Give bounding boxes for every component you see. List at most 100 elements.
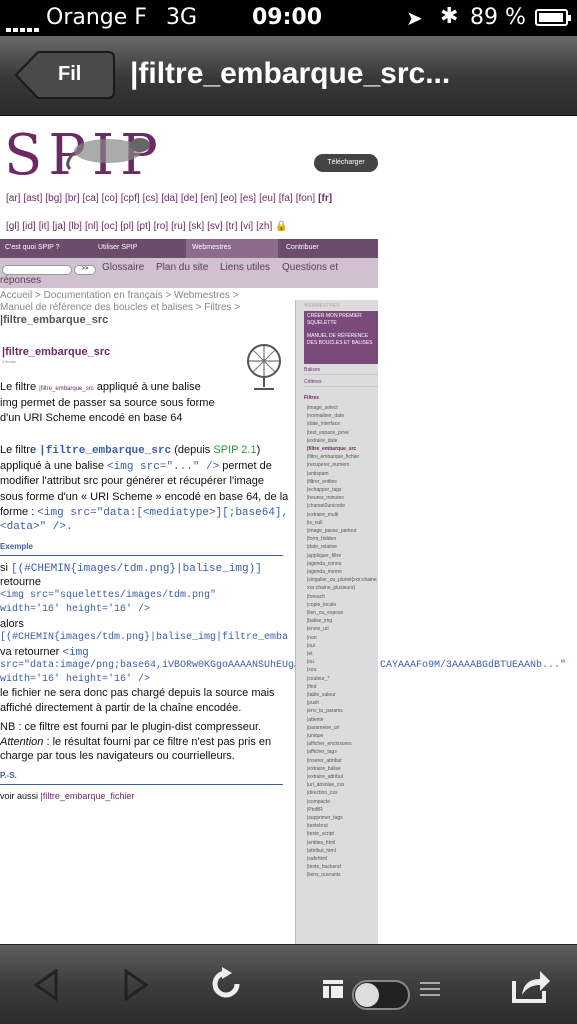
- sidebar-filter-item[interactable]: |afficher_tags: [307, 748, 377, 756]
- filter-link[interactable]: |filtre_embarque_src: [39, 386, 94, 392]
- sidebar-filter-item[interactable]: |non: [307, 634, 377, 642]
- lang-link[interactable]: [fon]: [296, 193, 315, 204]
- lang-link[interactable]: [sv]: [207, 221, 223, 232]
- sidebar-filter-item[interactable]: |filtre_embarque_src: [307, 445, 377, 453]
- forward-arrow-icon[interactable]: [122, 969, 150, 1001]
- link-liens-utiles[interactable]: Liens utiles: [220, 262, 270, 273]
- lang-link[interactable]: [sk]: [189, 221, 205, 232]
- sidebar-filter-item[interactable]: |xou: [307, 666, 377, 674]
- sidebar-filter-item[interactable]: |heures_minutes: [307, 494, 377, 502]
- sidebar-filter-item[interactable]: |date_relative: [307, 543, 377, 551]
- lang-link[interactable]: [cs]: [143, 193, 159, 204]
- sidebar-filter-item[interactable]: |parametre_url: [307, 724, 377, 732]
- sidebar-filter-item[interactable]: |texte_backend: [307, 863, 377, 871]
- sidebar-filter-item[interactable]: |singulier_ou_pluriel{xxx:chaine_un,: [307, 576, 377, 584]
- sidebar-filter-item[interactable]: |antispam: [307, 470, 377, 478]
- sidebar-filter-item[interactable]: |attribut_html: [307, 847, 377, 855]
- link-questions[interactable]: Questions et: [282, 262, 338, 273]
- sidebar-filter-item[interactable]: |echapper_tags: [307, 486, 377, 494]
- lang-link[interactable]: [oc]: [101, 221, 117, 232]
- sidebar-filter-item[interactable]: |image_passe_partout: [307, 527, 377, 535]
- lang-link[interactable]: [eu]: [259, 193, 276, 204]
- sidebar-filter-item[interactable]: |filtrer_entites: [307, 478, 377, 486]
- lang-link[interactable]: [ast]: [23, 193, 42, 204]
- sidebar-filter-item[interactable]: |normaliser_date: [307, 412, 377, 420]
- sidebar-filter-item[interactable]: |textebrut: [307, 822, 377, 830]
- sidebar-item-filtres[interactable]: Filtres: [304, 394, 378, 402]
- sidebar-filter-item[interactable]: |texte_script: [307, 830, 377, 838]
- sidebar-item-balises[interactable]: Balises: [304, 366, 378, 375]
- sidebar-filter-item[interactable]: |liens_ouvrants: [307, 871, 377, 879]
- sidebar-filter-item[interactable]: |is_null: [307, 519, 377, 527]
- lang-link[interactable]: [en]: [201, 193, 218, 204]
- sidebar-filter-item[interactable]: |env_to_params: [307, 707, 377, 715]
- search-button[interactable]: >>: [74, 265, 96, 275]
- web-content[interactable]: SPIP Télécharger [ar][ast][bg][br][ca][c…: [0, 117, 577, 944]
- link-reponses[interactable]: réponses: [0, 275, 41, 286]
- back-arrow-icon[interactable]: [32, 969, 60, 1001]
- sidebar-filter-item[interactable]: |agenda_memo: [307, 568, 377, 576]
- menu-item-utiliser-spip[interactable]: Utiliser SPIP: [98, 244, 137, 251]
- lang-link[interactable]: [it]: [39, 221, 50, 232]
- sidebar-filter-item[interactable]: |supprimer_tags: [307, 814, 377, 822]
- sidebar-filter-item[interactable]: |date_interface: [307, 420, 377, 428]
- search-input[interactable]: [2, 265, 72, 275]
- sidebar-filter-item[interactable]: |oui: [307, 642, 377, 650]
- sidebar-filter-item[interactable]: xxx:chaine_plusieurs}: [307, 584, 377, 592]
- sidebar-filter-item[interactable]: |safehtml: [307, 855, 377, 863]
- sidebar-filter-item[interactable]: |image_select: [307, 404, 377, 412]
- back-button[interactable]: Fil: [14, 50, 116, 100]
- sidebar-filter-item[interactable]: |recuperer_numero: [307, 461, 377, 469]
- lang-link[interactable]: [nl]: [85, 221, 98, 232]
- lang-link[interactable]: [ro]: [154, 221, 168, 232]
- lang-link[interactable]: [id]: [22, 221, 35, 232]
- lang-link[interactable]: [de]: [181, 193, 198, 204]
- lang-link[interactable]: [fa]: [279, 193, 293, 204]
- sidebar-filter-item[interactable]: |find: [307, 683, 377, 691]
- sidebar-filter-item[interactable]: |envie_url: [307, 625, 377, 633]
- menu-item-webmestres[interactable]: Webmestres: [186, 239, 278, 258]
- sidebar-filter-item[interactable]: |couleur_*: [307, 675, 377, 683]
- reload-icon[interactable]: [210, 967, 242, 1003]
- breadcrumb[interactable]: Accueil > Documentation en français > We…: [0, 290, 239, 301]
- sidebar-filter-item[interactable]: |lien_ou_expose: [307, 609, 377, 617]
- sidebar-item-criteres[interactable]: Critères: [304, 378, 378, 387]
- lang-link[interactable]: [ar]: [6, 193, 20, 204]
- download-button[interactable]: Télécharger: [314, 154, 378, 172]
- reader-toggle[interactable]: [352, 980, 410, 1010]
- sidebar-filter-item[interactable]: |ou: [307, 658, 377, 666]
- lang-link[interactable]: [lb]: [69, 221, 82, 232]
- sidebar-filter-item[interactable]: |filtre_embarque_fichier: [307, 453, 377, 461]
- sidebar-filter-item[interactable]: |foreach: [307, 593, 377, 601]
- sidebar-filter-item[interactable]: |extraire_attribut: [307, 773, 377, 781]
- sidebar-filter-item[interactable]: |url_absolue_css: [307, 781, 377, 789]
- sidebar-filter-item[interactable]: |direction_css: [307, 789, 377, 797]
- sidebar-filter-item[interactable]: |inserer_attribut: [307, 757, 377, 765]
- lang-link[interactable]: [br]: [65, 193, 79, 204]
- lang-link[interactable]: [gl]: [6, 221, 19, 232]
- lang-link[interactable]: [ca]: [83, 193, 99, 204]
- lang-link[interactable]: [zh]: [256, 221, 272, 232]
- reader-icon[interactable]: [322, 979, 344, 999]
- sidebar-filter-item[interactable]: |extraire_balise: [307, 765, 377, 773]
- sidebar-filter-item[interactable]: |charset2unicode: [307, 502, 377, 510]
- lang-link[interactable]: [tr]: [226, 221, 238, 232]
- lang-link[interactable]: [ru]: [171, 221, 185, 232]
- breadcrumb[interactable]: Manuel de référence des boucles et balis…: [0, 302, 240, 313]
- lang-link[interactable]: [es]: [240, 193, 256, 204]
- lang-link[interactable]: [pl]: [120, 221, 133, 232]
- link-glossaire[interactable]: Glossaire: [102, 262, 144, 273]
- sidebar-filter-item[interactable]: |unique: [307, 732, 377, 740]
- lang-link-current[interactable]: [fr]: [318, 193, 332, 204]
- sidebar-filter-item[interactable]: |balise_img: [307, 617, 377, 625]
- lang-link[interactable]: [cpf]: [121, 193, 140, 204]
- sidebar-filter-item[interactable]: |appliquer_filtre: [307, 552, 377, 560]
- sidebar-filter-item[interactable]: |afficher_enclosures: [307, 740, 377, 748]
- lang-link[interactable]: [eo]: [220, 193, 237, 204]
- lang-link[interactable]: [vi]: [240, 221, 253, 232]
- sidebar-filter-item[interactable]: |PtoBR: [307, 806, 377, 814]
- lang-link[interactable]: [ja]: [52, 221, 65, 232]
- sidebar-filter-item[interactable]: |et: [307, 650, 377, 658]
- share-icon[interactable]: [510, 967, 552, 1005]
- link-plan-du-site[interactable]: Plan du site: [156, 262, 208, 273]
